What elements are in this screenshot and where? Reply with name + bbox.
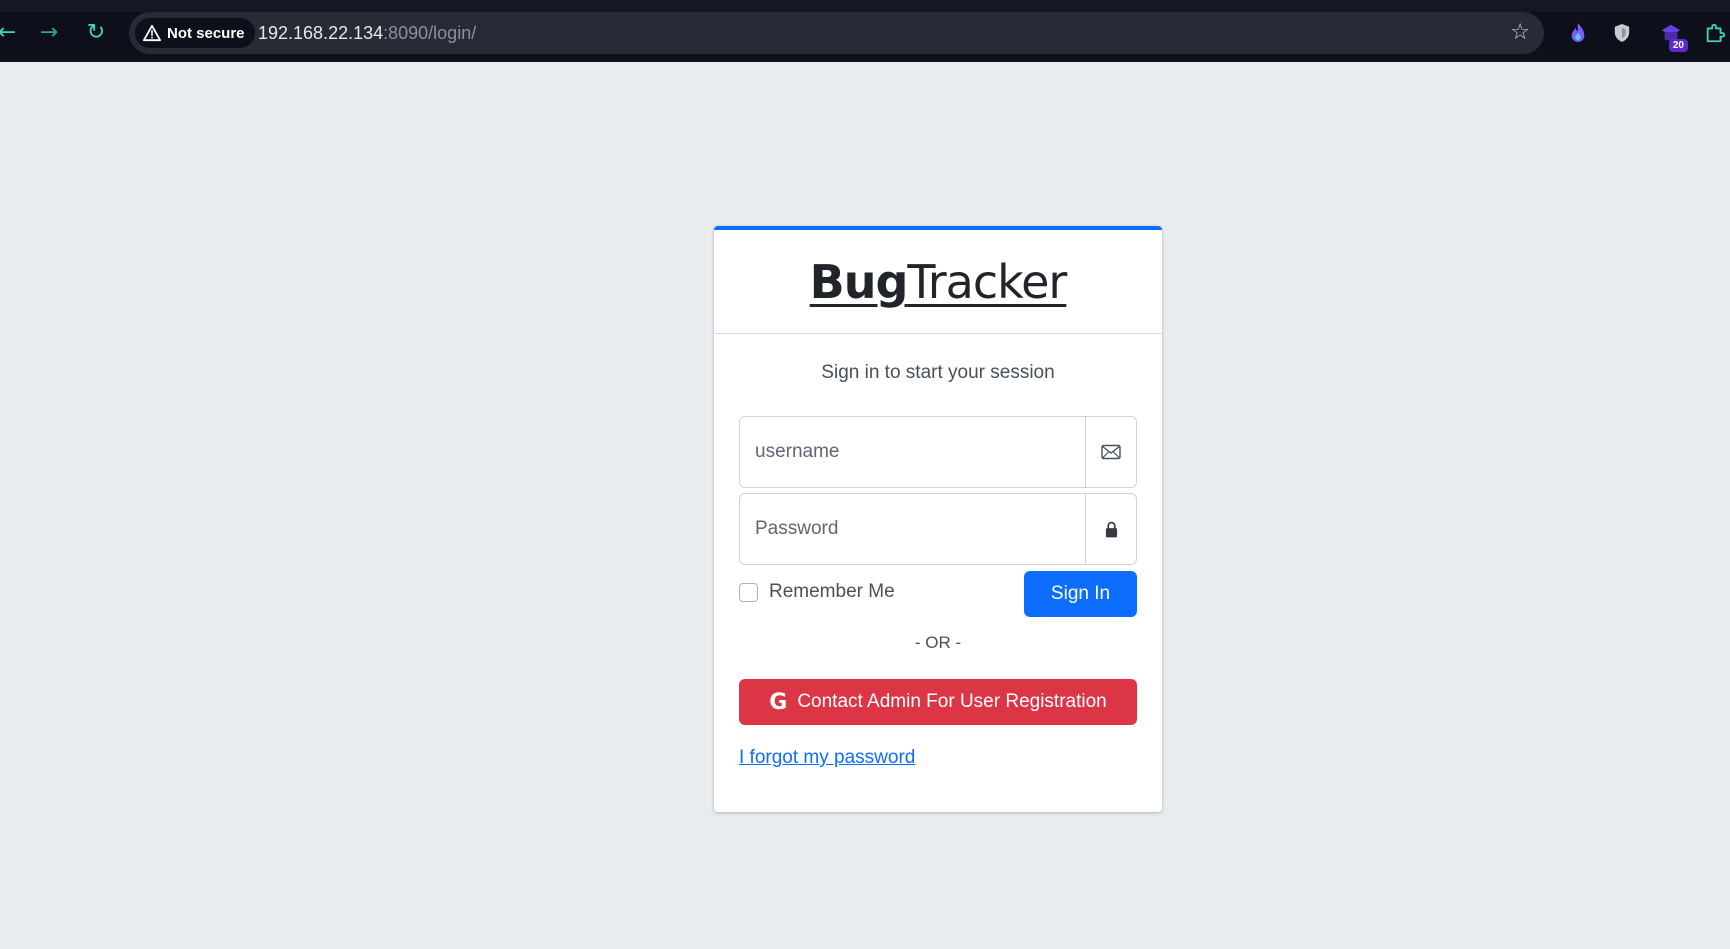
extension-badge-count: 20 (1668, 39, 1688, 52)
back-arrow-icon[interactable]: ← (0, 20, 20, 46)
extensions-puzzle-icon[interactable] (1702, 20, 1728, 46)
address-bar[interactable]: Not secure 192.168.22.134:8090/login/ ☆ (129, 12, 1544, 54)
login-card: BugTracker Sign in to start your session… (714, 226, 1162, 812)
remember-me-checkbox[interactable] (739, 583, 758, 602)
password-input-group (739, 493, 1137, 565)
reload-icon[interactable]: ↻ (83, 20, 109, 46)
contact-admin-label: Contact Admin For User Registration (797, 691, 1107, 712)
brand-logo-link[interactable]: BugTracker (809, 254, 1068, 309)
envelope-icon (1085, 417, 1136, 487)
google-icon: G (769, 689, 788, 715)
remember-signin-row: Remember Me Sign In (739, 571, 1137, 617)
url-host: 192.168.22.134 (258, 23, 384, 43)
security-indicator[interactable]: Not secure (135, 18, 255, 48)
security-label: Not secure (167, 24, 245, 42)
card-header: BugTracker (714, 230, 1162, 334)
brand-regular: Tracker (907, 254, 1067, 309)
username-input-group (739, 416, 1137, 488)
extension-badge-icon[interactable]: 20 (1658, 20, 1688, 52)
tab-strip (0, 0, 1730, 12)
forgot-password-link[interactable]: I forgot my password (739, 747, 915, 769)
contact-admin-button[interactable]: G Contact Admin For User Registration (739, 679, 1137, 725)
forward-arrow-icon[interactable]: → (36, 20, 62, 46)
lock-icon (1085, 494, 1136, 564)
warning-triangle-icon (143, 24, 161, 42)
card-body: Sign in to start your session Remember M… (714, 334, 1162, 793)
username-input[interactable] (740, 417, 1085, 487)
sign-in-button[interactable]: Sign In (1024, 571, 1137, 617)
login-subtitle: Sign in to start your session (821, 362, 1055, 383)
bookmark-star-icon[interactable]: ☆ (1510, 21, 1530, 45)
or-divider: - OR - (914, 633, 962, 652)
browser-toolbar: ← → ↻ Not secure 192.168.22.134:8090/log… (0, 0, 1730, 62)
brand-bold: Bug (809, 254, 909, 309)
flame-extension-icon[interactable] (1565, 20, 1591, 46)
password-input[interactable] (740, 494, 1085, 564)
shield-extension-icon[interactable] (1609, 20, 1635, 46)
remember-me-label[interactable]: Remember Me (769, 581, 895, 603)
url-path: :8090/login/ (383, 23, 477, 43)
url-text[interactable]: 192.168.22.134:8090/login/ (258, 24, 476, 42)
